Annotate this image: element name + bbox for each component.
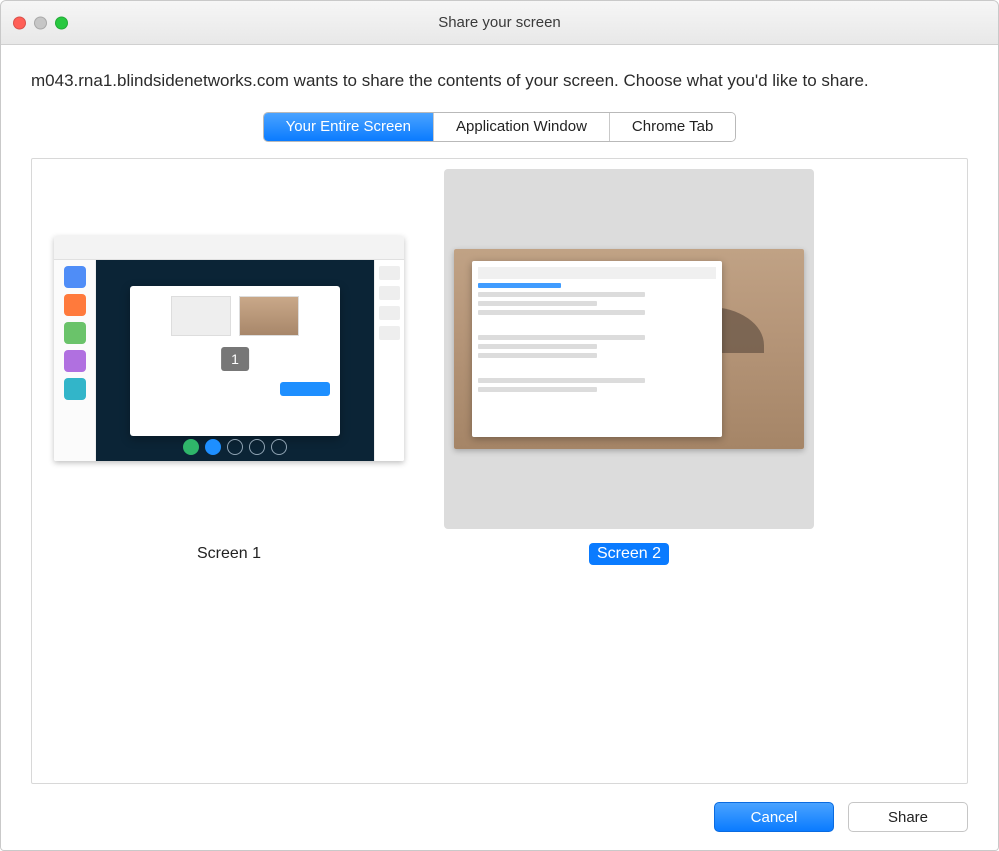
share-screen-dialog: Share your screen m043.rna1.blindsidenet… [0,0,999,851]
screen-1-label: Screen 1 [189,543,269,565]
share-button[interactable]: Share [848,802,968,832]
screen-2-thumbnail [454,249,804,449]
zoom-icon[interactable] [55,16,68,29]
window-controls [13,16,68,29]
tab-application-window[interactable]: Application Window [434,113,610,141]
screen-option-1[interactable]: 1 [44,169,414,565]
minimize-icon [34,16,47,29]
window-title: Share your screen [438,14,561,31]
screen-1-badge: 1 [221,347,249,371]
cancel-button[interactable]: Cancel [714,802,834,832]
screen-1-thumb-wrap: 1 [44,169,414,529]
screen-option-2[interactable]: Screen 2 [444,169,814,565]
dialog-footer: Cancel Share [31,784,968,832]
screen-2-label: Screen 2 [589,543,669,565]
close-icon[interactable] [13,16,26,29]
share-prompt-text: m043.rna1.blindsidenetworks.com wants to… [31,69,968,94]
screen-picker: 1 [31,158,968,784]
tab-entire-screen[interactable]: Your Entire Screen [264,113,434,141]
tab-chrome-tab[interactable]: Chrome Tab [610,113,735,141]
source-type-tabs: Your Entire Screen Application Window Ch… [263,112,737,142]
screen-1-thumbnail: 1 [54,236,404,461]
screen-list: 1 [44,169,955,565]
titlebar: Share your screen [1,1,998,45]
dialog-content: m043.rna1.blindsidenetworks.com wants to… [1,45,998,850]
screen-2-thumb-wrap [444,169,814,529]
